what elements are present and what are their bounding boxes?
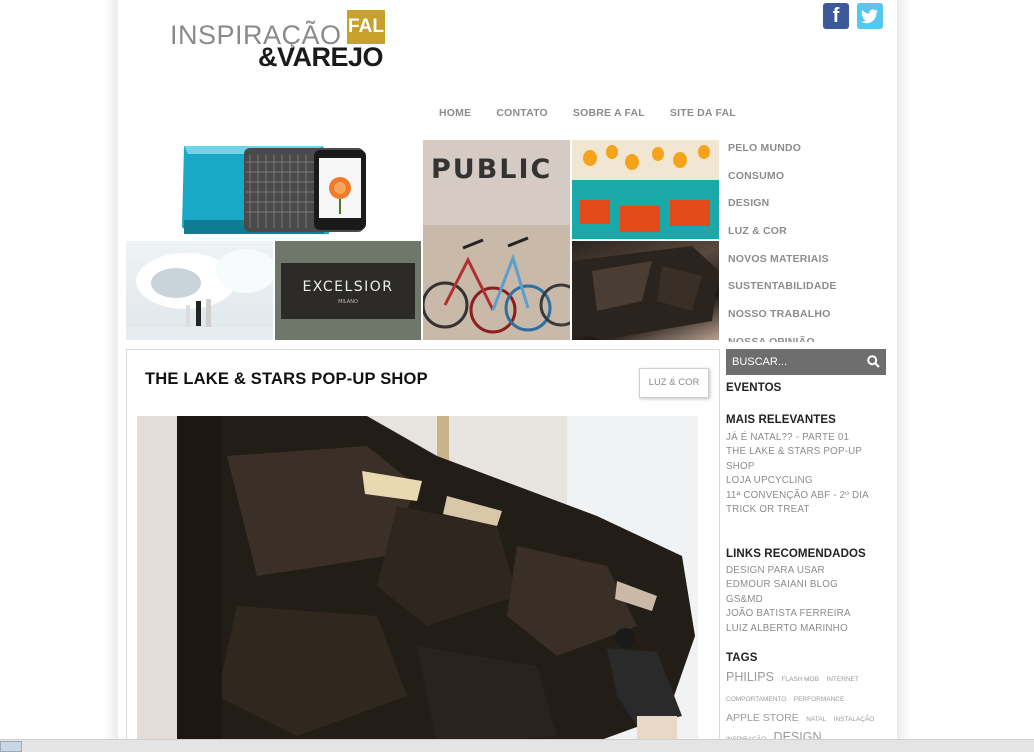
- facebook-icon[interactable]: f: [823, 3, 849, 29]
- article-image[interactable]: [137, 416, 698, 752]
- mais-relevantes-list: JÁ É NATAL?? - PARTE 01 THE LAKE & STARS…: [726, 431, 888, 517]
- tile-restaurant-interior[interactable]: [572, 140, 719, 239]
- list-item[interactable]: LOJA UPCYCLING: [726, 474, 888, 488]
- tag-performance[interactable]: PERFORMANCE: [794, 696, 845, 703]
- tile-sculpture-interior[interactable]: [572, 241, 719, 340]
- tag-philips[interactable]: PHILIPS: [726, 670, 774, 684]
- tile-fashion-runway[interactable]: [126, 241, 273, 340]
- page-container: INSPIRAÇÃO FAL &VAREJO f HOME CONTATO SO…: [118, 0, 897, 752]
- nav-sobre-a-fal[interactable]: SOBRE A FAL: [573, 107, 645, 119]
- list-item[interactable]: EDMOUR SAIANI BLOG: [726, 578, 888, 592]
- search-icon[interactable]: [867, 355, 880, 368]
- nav-home[interactable]: HOME: [439, 107, 471, 119]
- list-item[interactable]: JÁ É NATAL?? - PARTE 01: [726, 431, 888, 445]
- list-item[interactable]: GS&MD: [726, 593, 888, 607]
- logo-badge-fal: FAL: [347, 10, 385, 44]
- list-item[interactable]: 11ª CONVENÇÃO ABF - 2º DIA: [726, 489, 888, 503]
- camera-illustration: [182, 146, 366, 234]
- twitter-bird-icon: [861, 9, 878, 24]
- twitter-icon[interactable]: [857, 3, 883, 29]
- category-pelo-mundo[interactable]: PELO MUNDO: [728, 140, 888, 168]
- tag-comportamento[interactable]: COMPORTAMENTO: [726, 696, 786, 703]
- tag-instalacao[interactable]: INSTALAÇÃO: [834, 716, 875, 723]
- list-item[interactable]: LUIZ ALBERTO MARINHO: [726, 622, 888, 636]
- logo-text-varejo: &VAREJO: [258, 42, 384, 72]
- nav-site-da-fal[interactable]: SITE DA FAL: [670, 107, 736, 119]
- bicycles-illustration: PUBLIC: [423, 140, 570, 340]
- category-novos-materiais[interactable]: NOVOS MATERIAIS: [728, 251, 888, 279]
- excelsior-sub-text: MILANO: [338, 299, 358, 305]
- article-title[interactable]: THE LAKE & STARS POP-UP SHOP: [145, 370, 428, 389]
- category-sustentabilidade[interactable]: SUSTENTABILIDADE: [728, 278, 888, 306]
- scroll-left-button[interactable]: [0, 741, 22, 752]
- tag-cloud: PHILIPS FLASH MOB INTERNET COMPORTAMENTO…: [726, 668, 890, 748]
- sculpture-thumb-illustration: [572, 246, 719, 340]
- horizontal-scrollbar[interactable]: [0, 739, 1034, 752]
- nav-contato[interactable]: CONTATO: [496, 107, 548, 119]
- page-shadow-right: [897, 0, 911, 752]
- tag-natal[interactable]: NATAL: [806, 716, 826, 723]
- sculpture-photo-illustration: [137, 416, 698, 752]
- category-nosso-trabalho[interactable]: NOSSO TRABALHO: [728, 306, 888, 334]
- category-nossa-opiniao[interactable]: NOSSA OPINIÃO: [728, 334, 888, 342]
- tags-heading: TAGS: [726, 652, 758, 664]
- list-item[interactable]: JOÃO BATISTA FERREIRA: [726, 607, 888, 621]
- search-placeholder: BUSCAR...: [732, 356, 788, 368]
- tag-internet[interactable]: INTERNET: [826, 676, 859, 683]
- public-sign-text: PUBLIC: [431, 154, 552, 185]
- article-category-button[interactable]: LUZ & COR: [639, 368, 709, 398]
- list-item[interactable]: THE LAKE & STARS POP-UP SHOP: [726, 445, 888, 474]
- top-navigation: HOME CONTATO SOBRE A FAL SITE DA FAL: [439, 107, 761, 119]
- tag-flash-mob[interactable]: FLASH MOB: [781, 676, 819, 683]
- list-item[interactable]: TRICK OR TREAT: [726, 503, 888, 517]
- tile-public-bikes[interactable]: PUBLIC: [423, 140, 570, 340]
- category-design[interactable]: DESIGN: [728, 195, 888, 223]
- search-input[interactable]: BUSCAR...: [726, 349, 886, 375]
- runway-illustration: [126, 249, 273, 340]
- excelsior-sign-text: EXCELSIOR: [302, 279, 393, 295]
- links-recomendados-heading: LINKS RECOMENDADOS: [726, 548, 866, 560]
- tile-excelsior-sign[interactable]: EXCELSIOR MILANO: [275, 241, 421, 340]
- list-item[interactable]: DESIGN PARA USAR: [726, 564, 888, 578]
- site-logo[interactable]: INSPIRAÇÃO FAL &VAREJO: [170, 10, 410, 72]
- tile-camera-product[interactable]: [126, 140, 420, 239]
- eventos-heading[interactable]: EVENTOS: [726, 382, 781, 394]
- links-recomendados-list: DESIGN PARA USAR EDMOUR SAIANI BLOG GS&M…: [726, 564, 888, 636]
- mais-relevantes-heading: MAIS RELEVANTES: [726, 414, 836, 426]
- article-card: THE LAKE & STARS POP-UP SHOP LUZ & COR: [126, 349, 720, 752]
- excelsior-illustration: EXCELSIOR MILANO: [275, 241, 421, 340]
- tag-apple-store[interactable]: APPLE STORE: [726, 712, 799, 724]
- category-luz-e-cor[interactable]: LUZ & COR: [728, 223, 888, 251]
- lamps-illustration: [572, 140, 719, 239]
- category-consumo[interactable]: CONSUMO: [728, 168, 888, 196]
- page-shadow-left: [104, 0, 118, 752]
- category-menu: PELO MUNDO CONSUMO DESIGN LUZ & COR NOVO…: [728, 140, 888, 342]
